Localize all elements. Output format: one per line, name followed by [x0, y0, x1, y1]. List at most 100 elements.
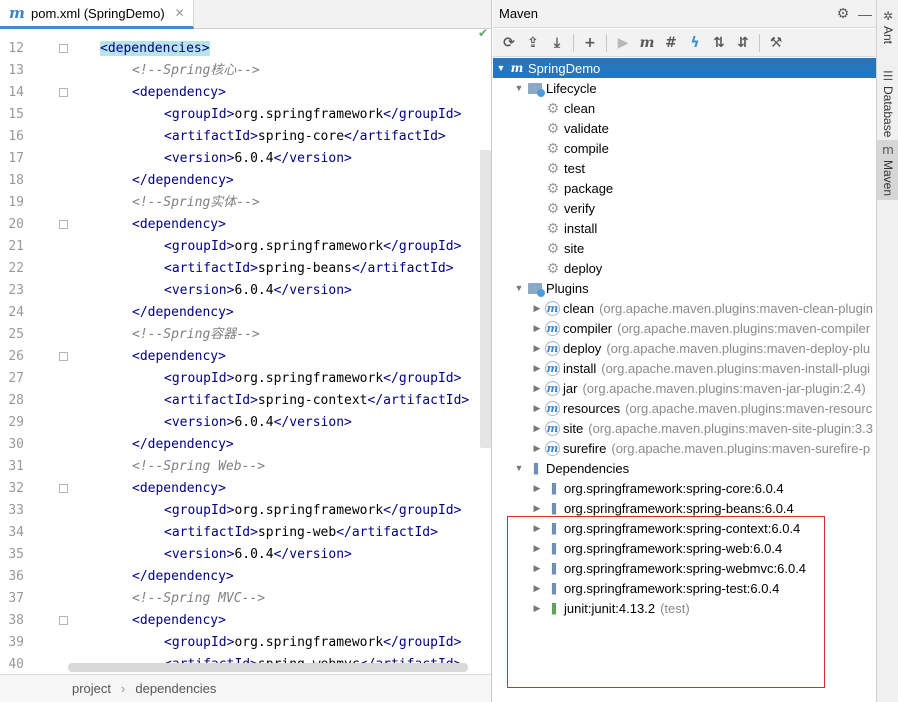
settings-wrench-icon[interactable]: ⚒ — [764, 31, 788, 55]
tree-row[interactable]: ⚙ validate — [493, 118, 876, 138]
tree-label: package — [564, 180, 614, 196]
gear-icon: ⚙ — [546, 159, 560, 176]
collapse-arrow-icon[interactable]: ▶ — [531, 343, 543, 354]
tree-row[interactable]: ▶ m compiler (org.apache.maven.plugins:mave… — [493, 318, 876, 338]
tree-row[interactable]: ⚙ site — [493, 238, 876, 258]
line-number: 21 — [8, 239, 24, 254]
tree-row[interactable]: ▶ ||| org.springframework:spring-test:6.0.… — [493, 578, 876, 598]
collapse-arrow-icon[interactable]: ▶ — [531, 503, 543, 514]
collapse-arrow-icon[interactable]: ▶ — [531, 523, 543, 534]
tree-row[interactable]: ⚙ package — [493, 178, 876, 198]
vertical-scrollbar[interactable] — [480, 150, 491, 448]
strip-button-maven[interactable]: m Maven — [877, 140, 898, 201]
xml-tag: </dependency> — [132, 437, 234, 452]
collapse-all-icon[interactable]: ⇵ — [731, 31, 755, 55]
collapse-arrow-icon[interactable]: ▶ — [531, 403, 543, 414]
tree-row[interactable]: ▶ ||| org.springframework:spring-beans:6.0… — [493, 498, 876, 518]
tree-detail: (org.apache.maven.plugins:maven-site-plu… — [588, 420, 873, 436]
collapse-arrow-icon[interactable]: ▶ — [531, 323, 543, 334]
fold-marker-icon[interactable] — [59, 44, 68, 53]
tree-row[interactable]: ▶ ||| org.springframework:spring-core:6.0.… — [493, 478, 876, 498]
fold-marker-icon[interactable] — [59, 88, 68, 97]
tree-row[interactable]: ▶ m surefire (org.apache.maven.plugins:mave… — [493, 438, 876, 458]
library-icon: ||| — [532, 461, 539, 475]
collapse-arrow-icon[interactable]: ▶ — [531, 383, 543, 394]
tree-row[interactable]: ⚙ verify — [493, 198, 876, 218]
collapse-arrow-icon[interactable]: ▶ — [531, 563, 543, 574]
code-line: <dependency> — [132, 346, 226, 368]
tree-row[interactable]: ▶ m deploy (org.apache.maven.plugins:maven-… — [493, 338, 876, 358]
reload-icon[interactable]: ⟳ — [497, 31, 521, 55]
code-area[interactable]: <dependencies> <!--Spring核心--> <dependency… — [68, 36, 480, 676]
line-number: 40 — [8, 657, 24, 672]
download-icon[interactable]: ⤓ — [545, 31, 569, 55]
line-number: 30 — [8, 437, 24, 452]
expand-arrow-icon[interactable]: ▼ — [513, 463, 525, 473]
editor-tab-pom[interactable]: m pom.xml (SpringDemo) ✕ — [0, 0, 194, 29]
tree-row[interactable]: ▼ Lifecycle — [493, 78, 876, 98]
horizontal-scrollbar[interactable] — [68, 663, 468, 672]
add-icon[interactable]: + — [578, 31, 602, 55]
tree-row[interactable]: ⚙ deploy — [493, 258, 876, 278]
tree-label: compile — [564, 140, 609, 156]
line-number: 22 — [8, 261, 24, 276]
tree-row[interactable]: ▶ ||| org.springframework:spring-webmvc:6.… — [493, 558, 876, 578]
strip-button-ant[interactable]: ✲ Ant — [877, 6, 898, 48]
tree-row[interactable]: ⚙ test — [493, 158, 876, 178]
expand-arrow-icon[interactable]: ▼ — [513, 283, 525, 293]
collapse-arrow-icon[interactable]: ▶ — [531, 423, 543, 434]
code-line: <dependencies> — [100, 38, 210, 60]
maven-goal-icon[interactable]: m — [635, 31, 659, 55]
toggle-offline-icon[interactable]: # — [659, 31, 683, 55]
maven-file-icon: m — [9, 4, 25, 22]
collapse-arrow-icon[interactable]: ▶ — [531, 363, 543, 374]
tree-row[interactable]: ▶ ||| org.springframework:spring-web:6.0.4 — [493, 538, 876, 558]
library-icon: ||| — [550, 541, 557, 555]
show-dependencies-icon[interactable]: ⇅ — [707, 31, 731, 55]
gear-icon: ⚙ — [546, 119, 560, 136]
minimize-icon[interactable]: — — [854, 6, 876, 22]
collapse-arrow-icon[interactable]: ▶ — [531, 303, 543, 314]
fold-marker-icon[interactable] — [59, 352, 68, 361]
xml-comment: <!--Spring MVC--> — [132, 591, 266, 606]
strip-button-database[interactable]: ☰ Database — [877, 66, 898, 141]
tree-detail: (test) — [660, 600, 690, 616]
tree-row[interactable]: ▶ ||| org.springframework:spring-context:6… — [493, 518, 876, 538]
line-number: 33 — [8, 503, 24, 518]
run-icon[interactable]: ▶ — [611, 31, 635, 55]
line-number: 37 — [8, 591, 24, 606]
breadcrumb-item-project[interactable]: project — [72, 681, 111, 696]
tree-row[interactable]: ⚙ compile — [493, 138, 876, 158]
reimport-folder-icon[interactable]: ⇪ — [521, 31, 545, 55]
tree-row[interactable]: ▶ m site (org.apache.maven.plugins:maven-si… — [493, 418, 876, 438]
tree-row[interactable]: ▼ m SpringDemo — [493, 58, 876, 78]
tree-row[interactable]: ▶ m resources (org.apache.maven.plugins:mav… — [493, 398, 876, 418]
expand-arrow-icon[interactable]: ▼ — [513, 83, 525, 93]
tree-label: org.springframework:spring-webmvc:6.0.4 — [564, 560, 807, 576]
collapse-arrow-icon[interactable]: ▶ — [531, 583, 543, 594]
xml-close-tag: </version> — [273, 547, 352, 562]
collapse-arrow-icon[interactable]: ▶ — [531, 603, 543, 614]
tree-row[interactable]: ▶ m jar (org.apache.maven.plugins:maven-jar… — [493, 378, 876, 398]
tree-row[interactable]: ⚙ install — [493, 218, 876, 238]
fold-marker-icon[interactable] — [59, 220, 68, 229]
close-icon[interactable]: ✕ — [175, 6, 185, 20]
expand-arrow-icon[interactable]: ▼ — [495, 63, 507, 73]
tree-row[interactable]: ⚙ clean — [493, 98, 876, 118]
fold-marker-icon[interactable] — [59, 484, 68, 493]
xml-open-tag: <version> — [164, 283, 235, 298]
collapse-arrow-icon[interactable]: ▶ — [531, 483, 543, 494]
tree-row[interactable]: ▼ ||| Dependencies — [493, 458, 876, 478]
gear-icon[interactable]: ⚙ — [832, 5, 854, 22]
tree-row[interactable]: ▶ ||| junit:junit:4.13.2 (test) — [493, 598, 876, 618]
tree-row[interactable]: ▼ Plugins — [493, 278, 876, 298]
collapse-arrow-icon[interactable]: ▶ — [531, 443, 543, 454]
skip-tests-icon[interactable]: ϟ — [683, 31, 707, 55]
tree-row[interactable]: ▶ m install (org.apache.maven.plugins:maven… — [493, 358, 876, 378]
xml-open-tag: <artifactId> — [164, 129, 258, 144]
collapse-arrow-icon[interactable]: ▶ — [531, 543, 543, 554]
line-number: 29 — [8, 415, 24, 430]
breadcrumb-item-dependencies[interactable]: dependencies — [135, 681, 216, 696]
tree-row[interactable]: ▶ m clean (org.apache.maven.plugins:maven-c… — [493, 298, 876, 318]
fold-marker-icon[interactable] — [59, 616, 68, 625]
